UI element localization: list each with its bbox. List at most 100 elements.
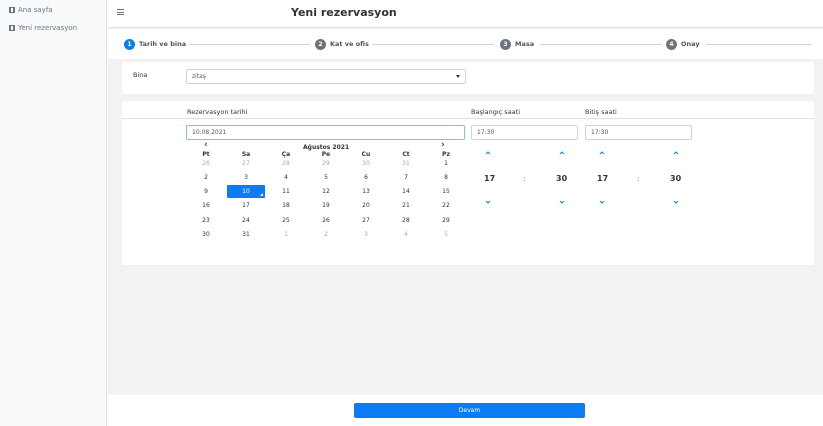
building-icon xyxy=(9,25,15,31)
sidebar: Ana sayfa Yeni rezervasyon xyxy=(0,0,107,426)
step-divider xyxy=(188,44,310,45)
calendar-day[interactable]: 4 xyxy=(387,228,425,241)
end-hour-up-icon[interactable] xyxy=(599,150,605,156)
start-time-label: Başlangıç saati xyxy=(471,108,521,116)
start-minute-value: 30 xyxy=(556,174,568,183)
step-label: Masa xyxy=(515,40,535,48)
sidebar-item-home[interactable]: Ana sayfa xyxy=(9,5,53,15)
stepper: 1 Tarih ve bina 2 Kat ve ofis 3 Masa 4 O… xyxy=(108,29,823,59)
calendar-day[interactable]: 1 xyxy=(267,228,305,241)
end-minute-up-icon[interactable] xyxy=(673,150,679,156)
time-separator: : xyxy=(523,175,526,183)
menu-toggle-icon[interactable] xyxy=(117,9,124,15)
calendar-day[interactable]: 2 xyxy=(187,171,225,184)
calendar-day[interactable]: 22 xyxy=(427,199,465,212)
calendar-day[interactable]: 13 xyxy=(347,185,385,198)
calendar-day[interactable]: 17 xyxy=(227,199,265,212)
calendar-day[interactable]: 5 xyxy=(307,171,345,184)
step-number: 4 xyxy=(666,38,677,50)
calendar-next-button[interactable]: › xyxy=(441,140,445,150)
step-label: Kat ve ofis xyxy=(330,40,369,48)
step-number: 3 xyxy=(500,38,511,50)
calendar-day[interactable]: 10 xyxy=(227,185,265,198)
calendar-day[interactable]: 29 xyxy=(307,157,345,170)
end-minute-down-icon[interactable] xyxy=(673,199,679,205)
date-input[interactable]: 10.08.2021 xyxy=(186,125,465,140)
calendar-day[interactable]: 26 xyxy=(187,157,225,170)
sidebar-item-new-reservation[interactable]: Yeni rezervasyon xyxy=(9,23,77,33)
footer-bar: Devam xyxy=(108,395,823,426)
building-select-value: zitaş xyxy=(192,73,206,80)
start-hour-up-icon[interactable] xyxy=(485,150,491,156)
start-minute-up-icon[interactable] xyxy=(559,150,565,156)
calendar-day[interactable]: 21 xyxy=(387,199,425,212)
calendar-day[interactable]: 3 xyxy=(227,171,265,184)
calendar-day[interactable]: 28 xyxy=(267,157,305,170)
step-floor-office[interactable]: 2 Kat ve ofis xyxy=(315,38,369,50)
calendar-day[interactable]: 16 xyxy=(187,199,225,212)
building-label: Bina xyxy=(133,71,148,79)
end-minute-value: 30 xyxy=(670,174,682,183)
step-divider xyxy=(540,44,662,45)
calendar-day[interactable]: 1 xyxy=(427,157,465,170)
step-confirm[interactable]: 4 Onay xyxy=(666,38,700,50)
step-label: Tarih ve bina xyxy=(139,40,187,48)
calendar-day[interactable]: 7 xyxy=(387,171,425,184)
calendar-day[interactable]: 6 xyxy=(347,171,385,184)
top-bar: Yeni rezervasyon xyxy=(108,0,823,28)
calendar-day[interactable]: 27 xyxy=(227,157,265,170)
calendar-day[interactable]: 5 xyxy=(427,228,465,241)
calendar-day[interactable]: 3 xyxy=(347,228,385,241)
calendar-day[interactable]: 2 xyxy=(307,228,345,241)
calendar-day[interactable]: 20 xyxy=(347,199,385,212)
step-number: 1 xyxy=(124,38,135,50)
start-minute-down-icon[interactable] xyxy=(559,199,565,205)
calendar-day[interactable]: 15 xyxy=(427,185,465,198)
continue-button[interactable]: Devam xyxy=(354,403,585,418)
card-divider xyxy=(122,118,814,119)
calendar-day[interactable]: 18 xyxy=(267,199,305,212)
calendar-day[interactable]: 19 xyxy=(307,199,345,212)
end-hour-down-icon[interactable] xyxy=(599,199,605,205)
calendar-day[interactable]: 27 xyxy=(347,214,385,227)
calendar-day[interactable]: 24 xyxy=(227,214,265,227)
calendar-day[interactable]: 9 xyxy=(187,185,225,198)
calendar-day[interactable]: 14 xyxy=(387,185,425,198)
building-icon xyxy=(9,7,15,13)
end-time-input[interactable]: 17:30 xyxy=(585,125,692,140)
calendar-prev-button[interactable]: ‹ xyxy=(204,140,208,150)
start-time-input[interactable]: 17:30 xyxy=(471,125,578,140)
calendar-day[interactable]: 11 xyxy=(267,185,305,198)
step-divider xyxy=(706,44,811,45)
calendar-day[interactable]: 12 xyxy=(307,185,345,198)
calendar-day[interactable]: 8 xyxy=(427,171,465,184)
end-time-label: Bitiş saati xyxy=(585,108,617,116)
time-separator: : xyxy=(637,175,640,183)
calendar-day[interactable]: 31 xyxy=(387,157,425,170)
end-hour-value: 17 xyxy=(597,174,609,183)
step-date-building[interactable]: 1 Tarih ve bina xyxy=(124,38,186,50)
building-select[interactable]: zitaş xyxy=(186,69,466,84)
main-content: Yeni rezervasyon 1 Tarih ve bina 2 Kat v… xyxy=(108,0,823,426)
calendar-day[interactable]: 26 xyxy=(307,214,345,227)
calendar-day[interactable]: 25 xyxy=(267,214,305,227)
start-hour-value: 17 xyxy=(484,174,496,183)
page-title: Yeni rezervasyon xyxy=(291,6,397,19)
calendar-day[interactable]: 30 xyxy=(187,228,225,241)
step-number: 2 xyxy=(315,38,326,50)
calendar-day[interactable]: 30 xyxy=(347,157,385,170)
chevron-down-icon xyxy=(456,75,460,78)
calendar-day[interactable]: 29 xyxy=(427,214,465,227)
calendar-day[interactable]: 28 xyxy=(387,214,425,227)
sidebar-item-label: Ana sayfa xyxy=(18,6,53,14)
calendar-day[interactable]: 23 xyxy=(187,214,225,227)
sidebar-item-label: Yeni rezervasyon xyxy=(18,24,78,32)
step-desk[interactable]: 3 Masa xyxy=(500,38,534,50)
date-label: Rezervasyon tarihi xyxy=(187,108,248,116)
start-hour-down-icon[interactable] xyxy=(485,199,491,205)
calendar-month-title: Ağustos 2021 xyxy=(303,144,350,151)
step-divider xyxy=(372,44,494,45)
calendar-day[interactable]: 4 xyxy=(267,171,305,184)
calendar-day[interactable]: 31 xyxy=(227,228,265,241)
step-label: Onay xyxy=(681,40,700,48)
